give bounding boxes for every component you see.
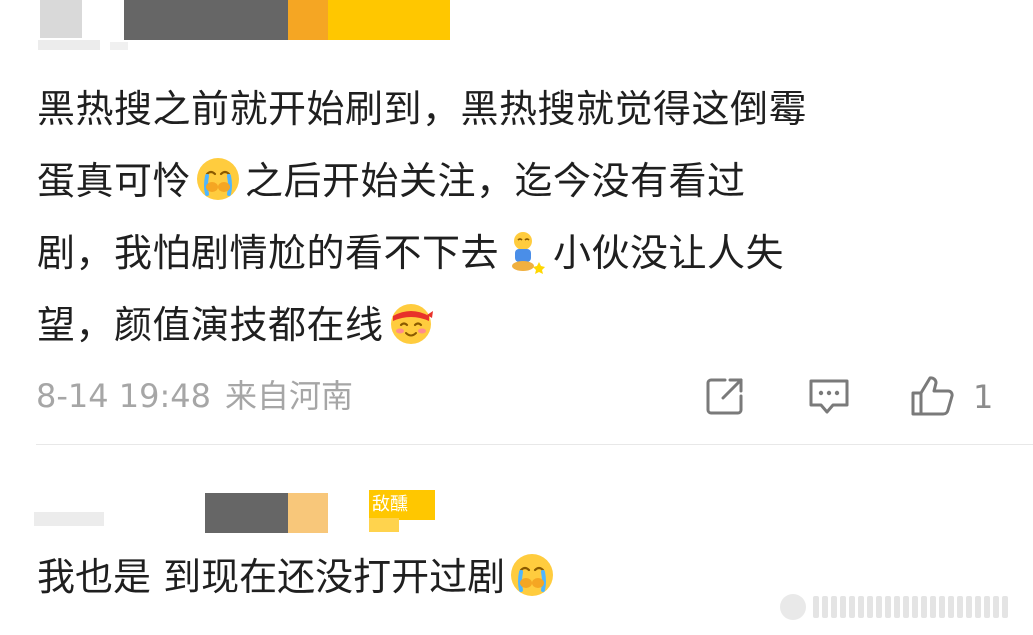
comment-meta: 8-14 19:48 来自河南 xyxy=(36,374,353,418)
comment-text-line: 望，颜值演技都在线 xyxy=(37,289,438,361)
user-badge-redacted xyxy=(288,493,328,533)
user-badge-redacted xyxy=(288,0,330,40)
user-badge-redacted xyxy=(328,0,450,40)
weibo-logo-icon xyxy=(780,594,806,620)
watermark xyxy=(780,590,1025,624)
comment-text: 望，颜值演技都在线 xyxy=(37,303,384,347)
comment-location: 来自河南 xyxy=(225,377,354,415)
like-icon[interactable] xyxy=(910,374,954,418)
user-meta-redacted xyxy=(38,40,100,50)
comment-text-line: 黑热搜之前就开始刷到，黑热搜就觉得这倒霉 xyxy=(37,73,807,145)
comment-text: 剧，我怕剧情尬的看不下去 xyxy=(37,231,500,275)
user-meta-redacted xyxy=(110,42,128,50)
comment-time: 19:48 xyxy=(118,377,212,415)
avatar[interactable] xyxy=(40,0,82,38)
user-badge-label: 敌醺 xyxy=(372,494,408,515)
comment-text: 蛋真可怜 xyxy=(37,159,192,203)
share-icon[interactable] xyxy=(703,374,747,418)
user-badge xyxy=(369,518,399,532)
comment-text-line: 剧，我怕剧情尬的看不下去 小伙没让人失 xyxy=(37,217,784,289)
username-redacted[interactable] xyxy=(205,493,289,533)
divider xyxy=(36,444,1033,445)
comment-date: 8-14 xyxy=(36,377,109,415)
reply-icon[interactable] xyxy=(807,374,851,418)
reply-text-line: 我也是 到现在还没打开过剧 xyxy=(37,541,559,613)
comment-text: 之后开始关注，迄今没有看过 xyxy=(245,159,746,203)
comment-text-line: 蛋真可怜 之后开始关注，迄今没有看过 xyxy=(37,145,746,217)
crying-face-icon xyxy=(509,549,555,596)
crying-face-icon xyxy=(195,153,241,200)
comment-text: 小伙没让人失 xyxy=(553,231,785,275)
user-meta-redacted xyxy=(34,512,104,526)
username-redacted[interactable] xyxy=(124,0,290,40)
like-count: 1 xyxy=(973,378,994,416)
kneeling-person-icon xyxy=(503,225,549,274)
comment-text: 黑热搜之前就开始刷到，黑热搜就觉得这倒霉 xyxy=(37,87,808,131)
headband-face-icon xyxy=(388,297,434,344)
reply-text: 我也是 到现在还没打开过剧 xyxy=(37,555,506,599)
